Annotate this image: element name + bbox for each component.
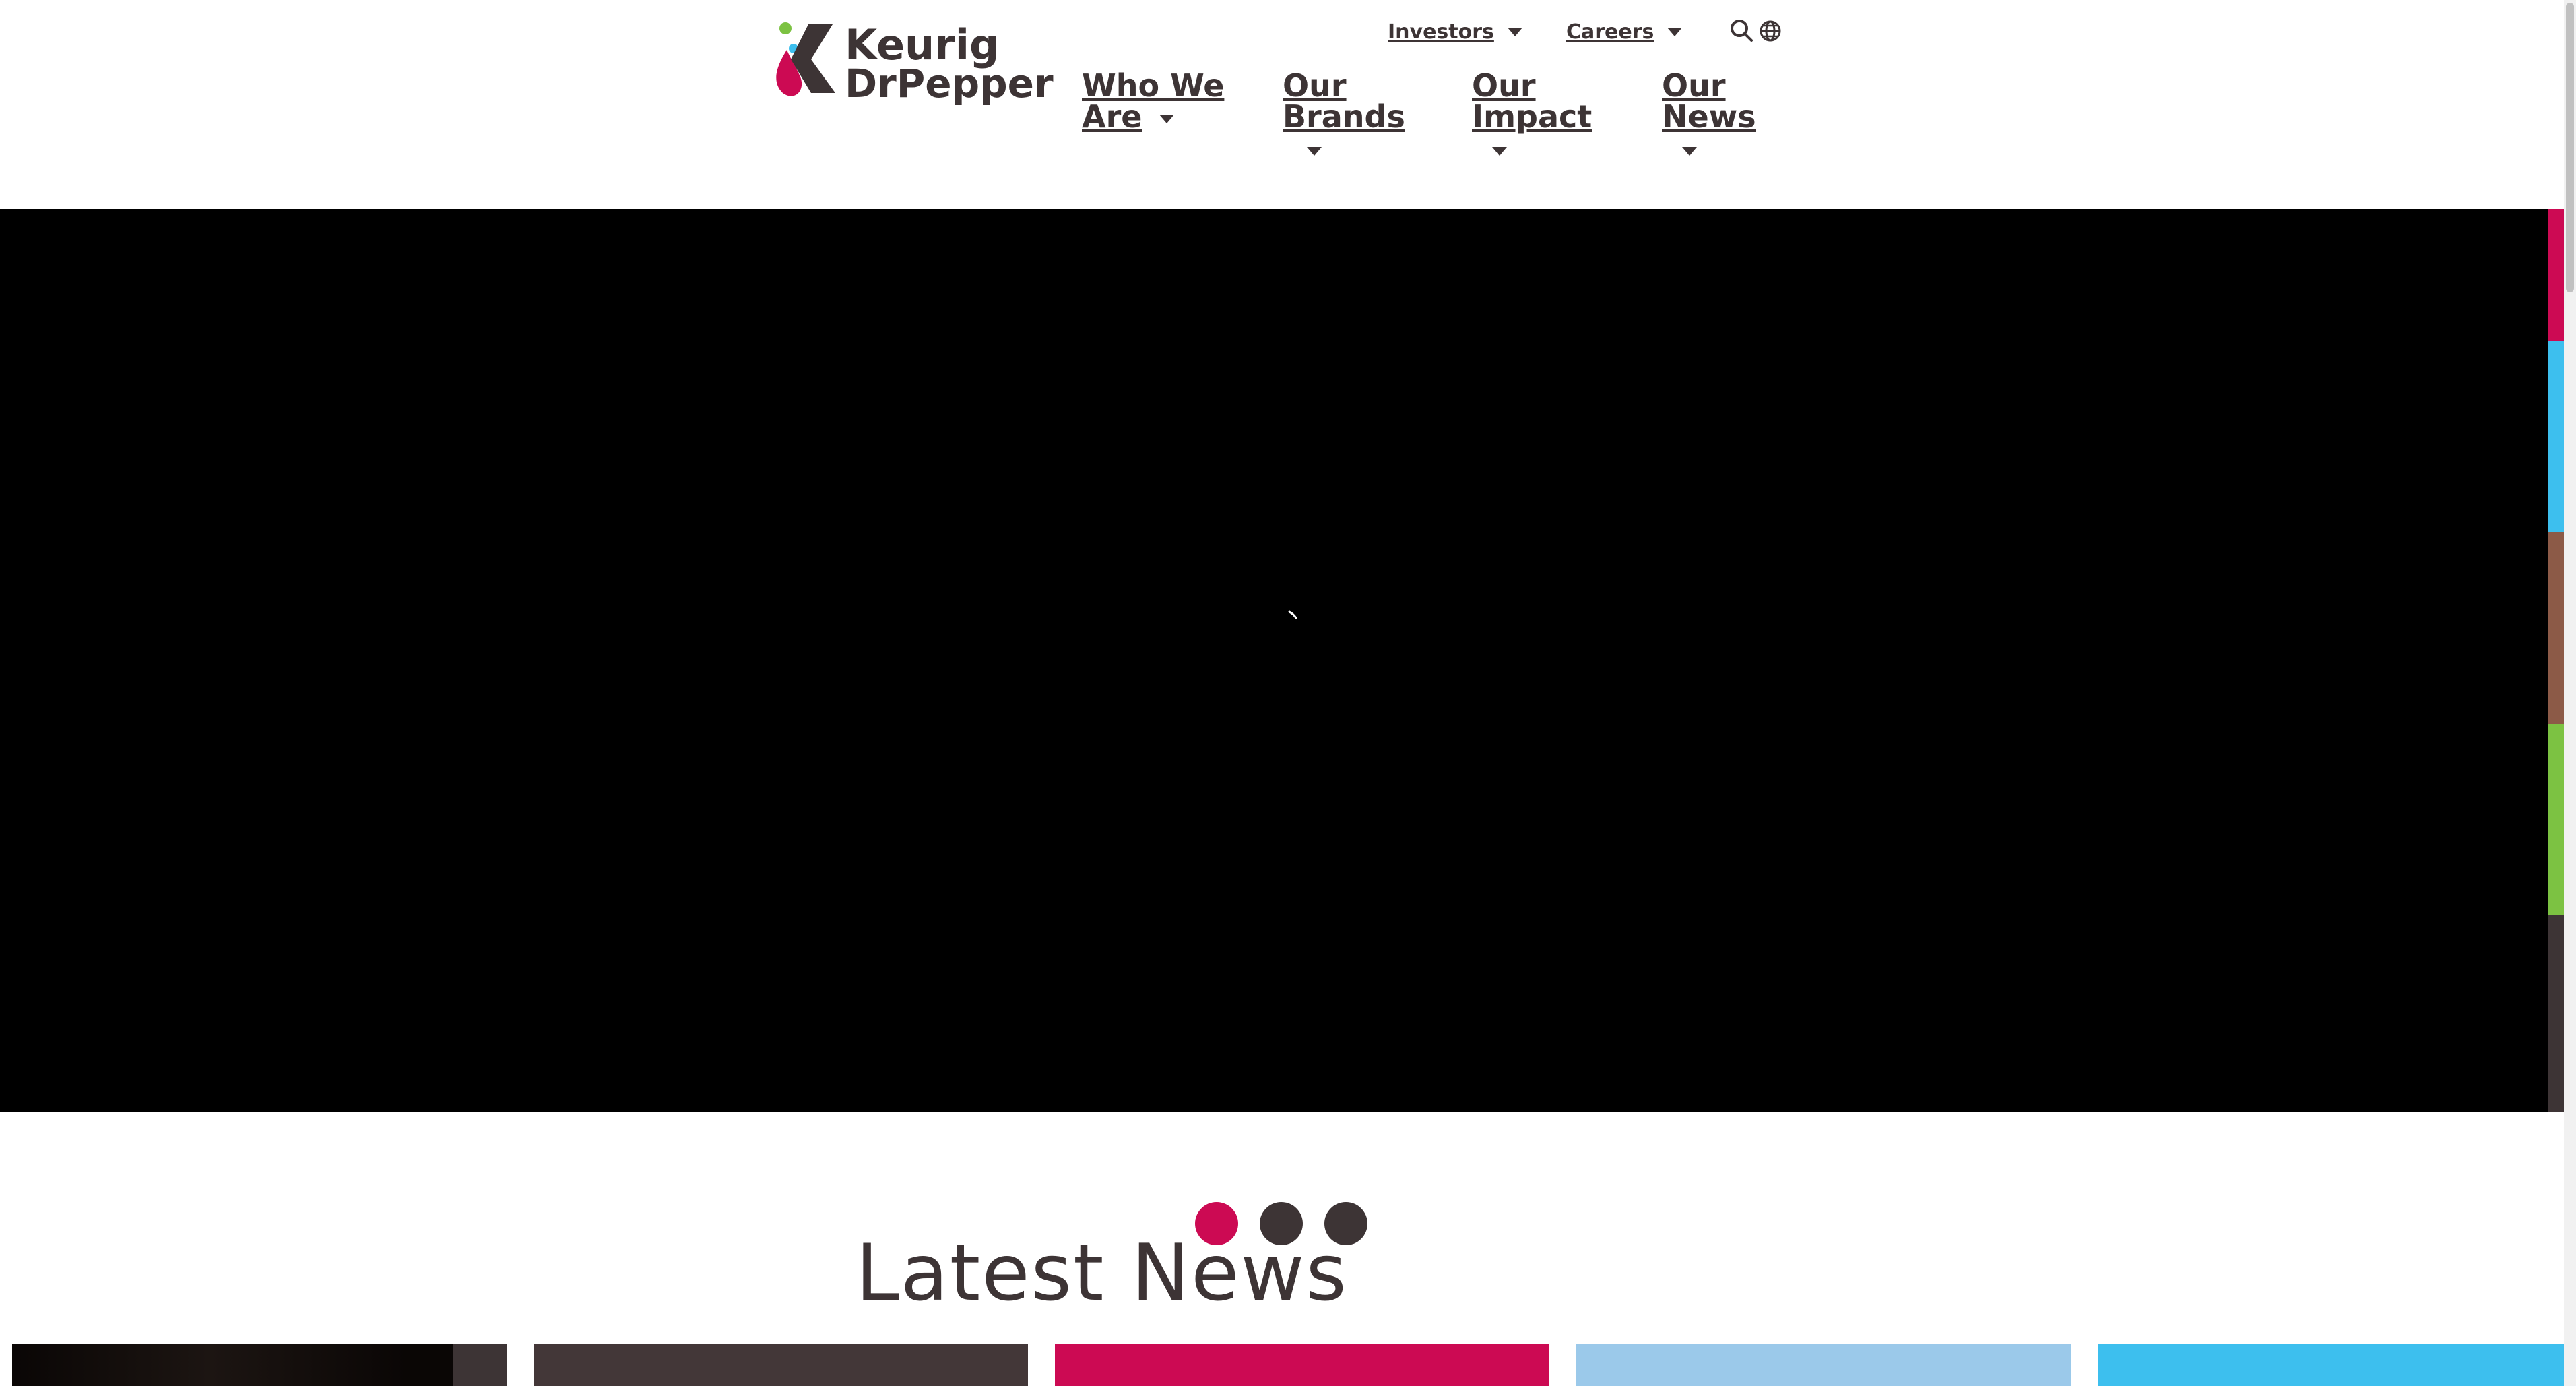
news-cards	[0, 1344, 2564, 1386]
nav-our-news-line2: News	[1662, 98, 1756, 135]
loading-spinner-icon	[1288, 610, 1297, 619]
news-card[interactable]	[1055, 1344, 1549, 1386]
news-card[interactable]	[534, 1344, 1028, 1386]
caret-down-icon	[1307, 147, 1322, 156]
color-bar-segment	[2548, 209, 2564, 341]
nav-our-brands-line1: Our	[1283, 67, 1347, 104]
nav-our-impact-line2: Impact	[1472, 98, 1592, 135]
color-bar-segment	[2548, 341, 2564, 532]
side-color-bar	[2548, 209, 2564, 1112]
news-card[interactable]	[1576, 1344, 2071, 1386]
nav-our-news-line1: Our	[1662, 67, 1726, 104]
color-bar-segment	[2548, 532, 2564, 724]
nav-our-brands-line2: Brands	[1283, 98, 1405, 135]
latest-news-heading: Latest News	[856, 1228, 1348, 1319]
nav-our-impact[interactable]: Our Impact	[1472, 70, 1592, 156]
caret-down-icon	[1682, 147, 1697, 156]
nav-who-we-are-line1: Who We	[1082, 67, 1225, 104]
utility-nav-investors-label: Investors	[1388, 20, 1494, 44]
caret-down-icon	[1159, 115, 1175, 123]
hero-carousel[interactable]	[0, 209, 2548, 1245]
news-card[interactable]	[2098, 1344, 2564, 1386]
color-bar-segment	[2548, 915, 2564, 1112]
nav-our-brands[interactable]: Our Brands	[1283, 70, 1405, 156]
caret-down-icon	[1667, 27, 1683, 36]
scrollbar-thumb[interactable]	[2566, 3, 2574, 292]
nav-our-news[interactable]: Our News	[1662, 70, 1756, 156]
news-card-accent	[453, 1344, 507, 1386]
utility-nav-careers[interactable]: Careers	[1566, 15, 1683, 49]
nav-who-we-are-line2: Are	[1082, 98, 1142, 135]
language-button[interactable]	[1757, 18, 1784, 44]
utility-nav-careers-label: Careers	[1566, 20, 1654, 44]
kdp-logo-icon: Keurig DrPepper	[776, 20, 1054, 106]
caret-down-icon	[1492, 147, 1507, 156]
color-bar-segment	[2548, 724, 2564, 915]
kdp-logo[interactable]: Keurig DrPepper	[771, 18, 1060, 108]
nav-who-we-are[interactable]: Who We Are	[1082, 70, 1224, 132]
caret-down-icon	[1507, 27, 1522, 36]
utility-nav-investors[interactable]: Investors	[1388, 15, 1522, 49]
globe-icon	[1760, 20, 1781, 42]
search-button[interactable]	[1729, 18, 1756, 44]
logo-text-drpepper: DrPepper	[845, 61, 1054, 106]
site-header: Keurig DrPepper Investors Careers Who We…	[0, 0, 2564, 209]
search-icon	[1731, 20, 1753, 42]
news-card[interactable]	[12, 1344, 507, 1386]
nav-our-impact-line1: Our	[1472, 67, 1536, 104]
